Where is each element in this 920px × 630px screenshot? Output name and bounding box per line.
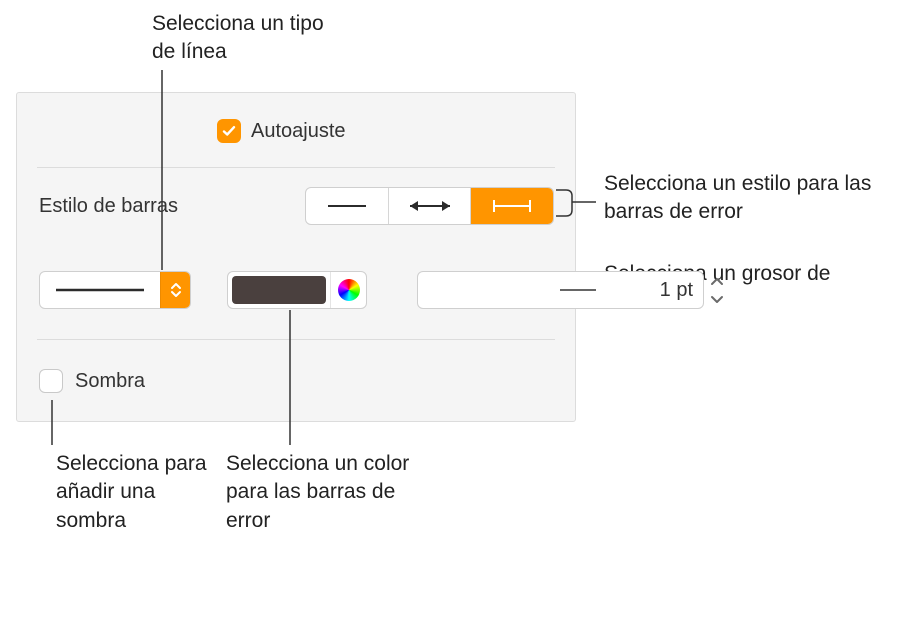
line-type-dropdown-button[interactable] xyxy=(160,272,190,308)
checkmark-icon xyxy=(221,123,237,139)
capped-line-icon xyxy=(402,196,458,216)
divider xyxy=(37,339,555,340)
inspector-panel: Autoajuste Estilo de barras xyxy=(16,92,576,422)
color-picker-button[interactable] xyxy=(330,272,366,308)
callout-bar-style: Selecciona un estilo para las barras de … xyxy=(604,170,904,227)
line-type-preview xyxy=(40,272,160,308)
stepper-up[interactable] xyxy=(710,271,724,290)
shadow-label: Sombra xyxy=(75,370,145,393)
bar-style-label: Estilo de barras xyxy=(39,195,178,218)
bar-style-option-capped[interactable] xyxy=(388,188,471,224)
color-well-group xyxy=(227,271,367,309)
chevron-down-icon xyxy=(710,295,724,305)
chevron-up-icon xyxy=(710,276,724,286)
autofit-checkbox[interactable] xyxy=(217,119,241,143)
callout-shadow: Selecciona para añadir una sombra xyxy=(56,450,216,535)
bar-style-option-line[interactable] xyxy=(306,188,388,224)
solid-line-icon xyxy=(50,285,150,295)
capped-line-selected-icon xyxy=(484,196,540,216)
autofit-row: Autoajuste xyxy=(217,119,346,143)
color-well[interactable] xyxy=(232,276,326,304)
line-icon xyxy=(322,198,372,214)
line-type-popup[interactable] xyxy=(39,271,191,309)
callout-line-type: Selecciona un tipo de línea xyxy=(152,10,352,67)
shadow-checkbox[interactable] xyxy=(39,369,63,393)
color-wheel-icon xyxy=(338,279,360,301)
shadow-row: Sombra xyxy=(39,369,145,393)
bar-style-segmented[interactable] xyxy=(305,187,554,225)
bar-style-option-capped-selected[interactable] xyxy=(470,188,553,224)
line-width-stepper-group xyxy=(417,271,555,309)
stepper-down[interactable] xyxy=(710,290,724,309)
line-width-field[interactable] xyxy=(417,271,704,309)
autofit-label: Autoajuste xyxy=(251,120,346,143)
line-width-stepper[interactable] xyxy=(710,271,724,309)
callout-color: Selecciona un color para las barras de e… xyxy=(226,450,426,535)
divider xyxy=(37,167,555,168)
updown-chevron-icon xyxy=(170,282,182,298)
